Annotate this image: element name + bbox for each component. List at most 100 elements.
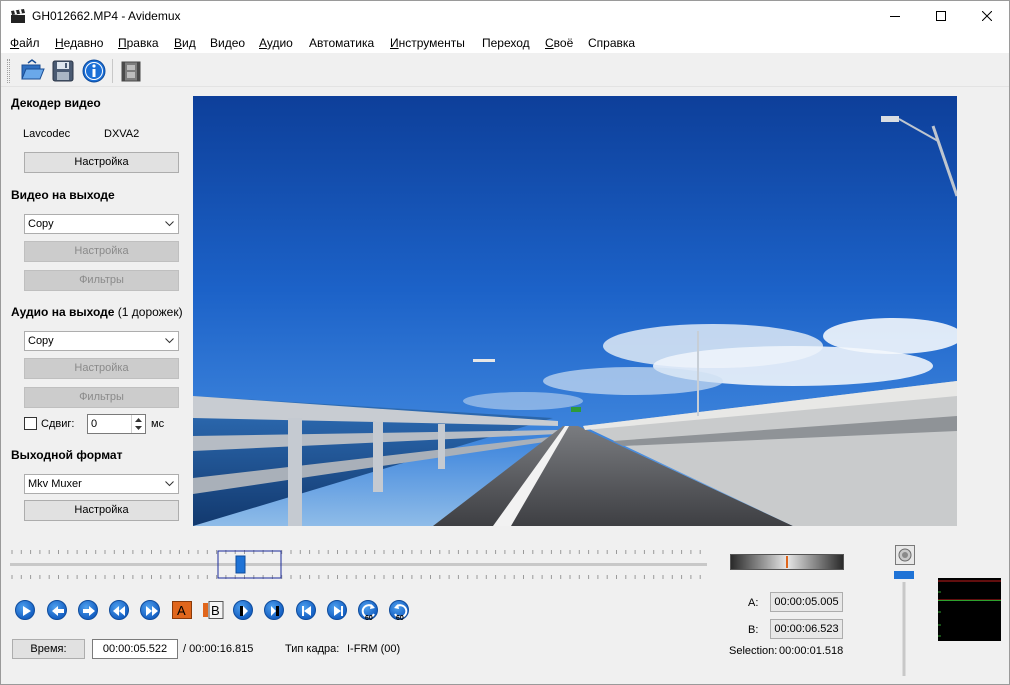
current-time-field[interactable]: 00:00:05.522 [92,639,178,659]
decoder-title: Декодер видео [11,96,101,110]
rewind-icon [113,606,125,616]
menu-recent[interactable]: Недавно [55,36,103,50]
decoder-codec: Lavcodec [23,128,71,140]
rewind-60-icon: 60 [361,604,375,621]
jog-shuttle[interactable] [730,554,844,570]
decoder-settings-button[interactable]: Настройка [24,152,179,173]
previous-keyframe-button[interactable] [109,600,129,620]
next-frame-button[interactable] [78,600,98,620]
svg-text:A: A [177,603,186,618]
minimize-icon [890,16,900,17]
menu-edit[interactable]: Правка [118,36,159,50]
menu-auto[interactable]: Автоматика [309,36,374,50]
spin-buttons[interactable] [131,415,145,433]
go-to-start-button[interactable] [296,600,316,620]
audio-codec-value: Copy [28,335,54,347]
toolbar [1,55,1009,87]
chevron-down-icon [165,481,174,487]
minimize-button[interactable] [872,1,918,32]
audio-meter-display [938,580,1001,637]
window-title: GH012662.MP4 - Avidemux [32,9,181,23]
play-button[interactable] [15,600,35,620]
shift-label: Сдвиг: [41,418,75,430]
spin-arrows-icon [135,418,142,430]
open-icon [21,59,45,80]
next-keyframe-button[interactable] [140,600,160,620]
video-settings-button[interactable]: Настройка [24,241,179,262]
marker-a-field: 00:00:05.005 [770,592,843,612]
volume-control [894,544,916,678]
arrow-right-icon [83,606,95,616]
menu-file[interactable]: Файл [10,36,40,50]
chevron-down-icon [165,221,174,227]
video-codec-select[interactable]: Copy [24,214,179,234]
go-to-marker-b-button[interactable] [264,600,284,620]
muxer-select[interactable]: Mkv Muxer [24,474,179,494]
set-marker-a-button[interactable]: A [172,601,192,619]
marker-a-label: A: [748,597,759,609]
marker-b-icon: B [203,601,224,619]
menu-audio[interactable]: Аудио [259,36,293,50]
timeline-handle[interactable] [235,555,246,574]
forward-60s-button[interactable]: 60 [389,600,409,621]
menu-go[interactable]: Переход [482,36,530,50]
marker-b-field: 00:00:06.523 [770,619,843,639]
volume-slider[interactable] [894,568,916,678]
selection-label: Selection: [729,645,778,657]
menu-bar: Файл Недавно Правка Вид Видео Аудио Авто… [1,32,1009,53]
save-button[interactable] [50,58,76,84]
title-bar: GH012662.MP4 - Avidemux [1,1,1009,32]
set-marker-b-button[interactable]: B [202,601,224,619]
shift-spinbox[interactable]: 0 [87,414,146,434]
menu-custom[interactable]: Своё [545,36,573,50]
arrow-left-icon [52,606,64,616]
svg-text:B: B [211,603,220,618]
go-to-marker-a-button[interactable] [233,600,253,620]
audio-codec-select[interactable]: Copy [24,331,179,351]
selection-value: 00:00:01.518 [779,645,844,657]
frame-type-value: I-FRM (00) [347,643,401,655]
open-button[interactable] [19,58,45,84]
film-calculator-icon [121,61,141,82]
audio-filters-button[interactable]: Фильтры [24,387,179,408]
info-button[interactable] [81,58,107,84]
back-60s-button[interactable]: 60 [358,600,378,621]
muxer-settings-button[interactable]: Настройка [24,500,179,521]
marker-b-label: B: [748,624,759,636]
total-time: / 00:00:16.815 [183,643,254,655]
close-icon [982,11,992,21]
forward-60-icon: 60 [394,604,408,621]
video-output-title: Видео на выходе [11,188,115,202]
frame-type-label: Тип кадра: [285,643,340,655]
video-filters-button[interactable]: Фильтры [24,270,179,291]
audio-settings-button[interactable]: Настройка [24,358,179,379]
toolbar-separator [112,59,113,83]
speaker-icon[interactable] [894,544,916,566]
shift-checkbox[interactable] [24,417,37,430]
menu-help[interactable]: Справка [588,36,635,50]
main-window: GH012662.MP4 - Avidemux Файл Недавно Пра… [0,0,1010,685]
svg-text:60: 60 [365,615,373,621]
close-button[interactable] [964,1,1010,32]
output-format-title: Выходной формат [11,448,123,462]
menu-view[interactable]: Вид [174,36,196,50]
maximize-icon [936,11,946,21]
audio-output-title-text: Аудио на выходе [11,305,115,319]
timeline-slider[interactable] [10,547,707,582]
audio-output-title: Аудио на выходе (1 дорожек) [11,305,183,319]
menu-tools[interactable]: Инструменты [390,36,465,50]
info-icon [82,59,106,83]
audio-tracks-count: (1 дорожек) [117,305,183,319]
calculator-button[interactable] [118,58,144,84]
goto-a-icon [240,606,248,616]
previous-frame-button[interactable] [47,600,67,620]
goto-b-icon [271,606,279,616]
timeline-track [10,550,707,579]
time-button[interactable]: Время: [12,639,85,659]
video-codec-value: Copy [28,218,54,230]
video-frame-image [193,96,957,526]
go-to-end-button[interactable] [327,600,347,620]
toolbar-grip[interactable] [7,59,10,83]
menu-video[interactable]: Видео [210,36,245,50]
maximize-button[interactable] [918,1,964,32]
